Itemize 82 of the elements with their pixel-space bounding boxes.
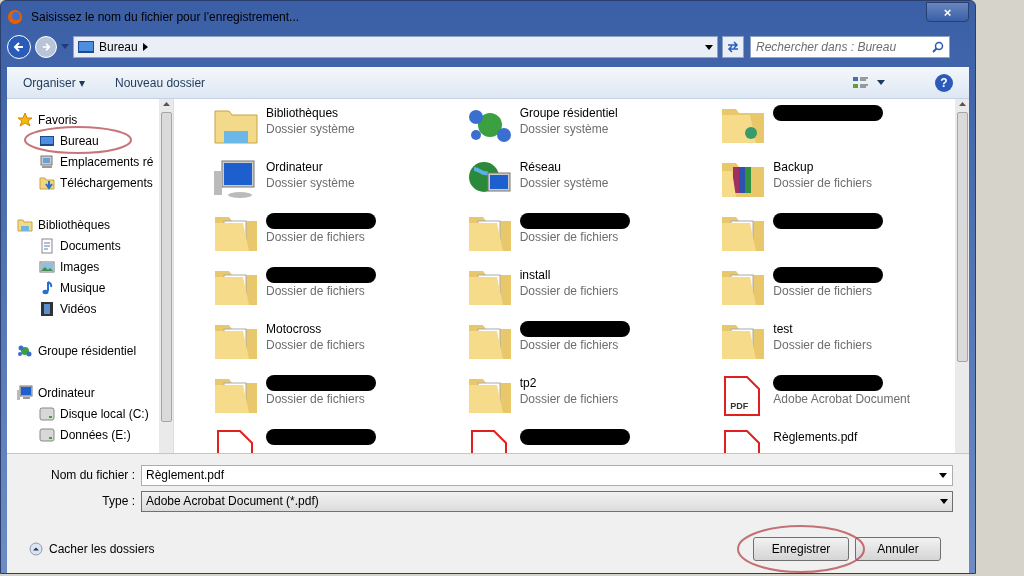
library-folder-icon (17, 216, 33, 233)
sidebar-item[interactable]: Emplacements ré (60, 152, 154, 171)
search-icon (932, 41, 944, 53)
file-label: PDF (730, 401, 749, 411)
back-arrow-icon (13, 41, 25, 53)
file-type: Dossier de fichiers (519, 337, 620, 353)
address-location[interactable]: Bureau (99, 38, 138, 56)
sidebar-item[interactable]: Musique (60, 278, 106, 297)
close-button[interactable]: × (926, 2, 969, 22)
desktop-icon (78, 41, 94, 53)
sidebar-item[interactable]: Favoris (38, 110, 78, 129)
file-name[interactable]: Règlements.pdf (773, 429, 858, 445)
view-options-button[interactable] (853, 75, 885, 90)
file-name[interactable]: Réseau (519, 159, 609, 175)
scroll-up-icon[interactable] (958, 102, 966, 106)
organize-menu[interactable]: Organiser ▾ (23, 73, 86, 92)
sidebar-item[interactable]: Bibliothèques (38, 215, 111, 234)
file-type: Adobe Acrobat Document (773, 391, 911, 407)
hard-drive-icon (39, 405, 55, 422)
forward-arrow-icon (41, 42, 51, 52)
file-type: Dossier de fichiers (519, 229, 620, 245)
new-folder-button[interactable]: Nouveau dossier (115, 73, 206, 92)
file-name[interactable]: Ordinateur (266, 159, 355, 175)
computer-icon (17, 384, 33, 401)
dropdown-caret-icon (940, 498, 948, 504)
sidebar-item[interactable]: Groupe résidentiel (38, 341, 137, 360)
sidebar-item[interactable]: Documents (60, 236, 121, 255)
hard-drive-icon (39, 426, 55, 443)
sidebar-item[interactable]: Vidéos (60, 299, 97, 318)
caret-icon (877, 80, 885, 85)
file-type: Dossier de fichiers (773, 337, 873, 353)
file-type: Dossier de fichiers (266, 391, 366, 407)
film-strip-icon (39, 300, 55, 317)
dropdown-caret-icon[interactable] (939, 472, 947, 478)
filename-field[interactable]: Règlement.pdf (141, 464, 953, 486)
save-button[interactable]: Enregistrer (753, 537, 849, 561)
sidebar-item[interactable]: Données (E:) (60, 425, 131, 444)
chevron-right-icon[interactable] (142, 43, 148, 51)
file-name[interactable]: Backup (773, 159, 873, 175)
field-label: Nom du fichier : (49, 467, 135, 484)
file-type: Dossier de fichiers (266, 337, 365, 353)
file-name[interactable]: tp2 (519, 375, 619, 391)
scroll-up-icon[interactable] (162, 102, 170, 106)
file-type: Dossier de fichiers (266, 229, 366, 245)
file-type: Dossier système (519, 175, 609, 191)
file-name[interactable]: install (519, 267, 619, 283)
file-type: Dossier système (266, 175, 355, 191)
document-icon (39, 237, 55, 254)
field-label: Type : (101, 493, 135, 510)
refresh-button[interactable] (722, 36, 744, 58)
file-name[interactable]: Groupe résidentiel (519, 105, 618, 121)
file-name[interactable]: test (773, 321, 873, 337)
browser-logo-icon (7, 9, 23, 25)
file-type: Dossier de fichiers (519, 391, 619, 407)
scrollbar[interactable] (955, 99, 969, 453)
back-button[interactable] (7, 35, 31, 59)
sidebar-item[interactable]: Disque local (C:) (60, 404, 149, 423)
sidebar-item[interactable]: Téléchargements (60, 173, 153, 192)
file-type: Dossier système (266, 121, 355, 137)
file-name[interactable]: Bibliothèques (266, 105, 355, 121)
picture-icon (39, 258, 55, 275)
type-dropdown[interactable]: Adobe Acrobat Document (*.pdf) (141, 490, 953, 512)
download-folder-icon (39, 174, 55, 191)
dropdown-caret-icon[interactable] (705, 44, 713, 50)
file-type: Dossier de fichiers (773, 283, 874, 299)
window-title: Saisissez le nom du fichier pour l’enregistrement... (31, 9, 300, 26)
file-type: Dossier de fichiers (773, 175, 873, 191)
scrollbar[interactable] (159, 99, 173, 453)
hide-folders-button[interactable]: Cacher les dossiers (23, 540, 155, 558)
sidebar-item[interactable]: Ordinateur (38, 383, 95, 402)
search-field[interactable]: Rechercher dans : Bureau (750, 36, 950, 58)
file-type: Dossier de fichiers (519, 283, 619, 299)
file-type: Dossier système (519, 121, 610, 137)
sidebar-item[interactable]: Images (60, 257, 100, 276)
help-button[interactable]: ? (935, 73, 953, 92)
file-type: Dossier de fichiers (266, 283, 366, 299)
cancel-button[interactable]: Annuler (855, 537, 941, 561)
forward-button[interactable] (35, 36, 57, 58)
star-icon (17, 111, 33, 128)
file-name[interactable]: Motocross (266, 321, 365, 337)
refresh-arrows-icon (726, 41, 740, 53)
address-bar[interactable]: Bureau (73, 36, 718, 58)
